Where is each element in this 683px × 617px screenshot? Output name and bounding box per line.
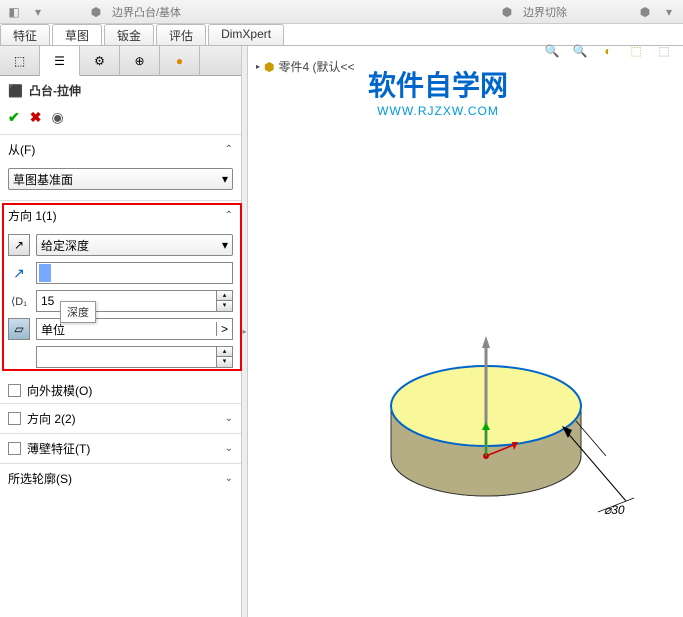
collapse-icon: ⌃ — [225, 144, 233, 155]
section-from-header[interactable]: 从(F) ⌃ — [0, 135, 241, 164]
chevron-down-icon: ▾ — [222, 172, 228, 186]
expand-icon: ⌄ — [225, 473, 233, 484]
cancel-button[interactable]: ✖ — [30, 109, 42, 126]
toolbar-icon[interactable]: ⬢ — [635, 3, 655, 21]
search-icon[interactable]: 🔍 — [541, 40, 563, 62]
panel-tab-icon[interactable]: ⬚ — [0, 46, 40, 76]
section-dir1-header[interactable]: 方向 1(1) ⌃ — [0, 201, 241, 230]
section-dir2-header[interactable]: 方向 2(2) ⌄ — [0, 404, 241, 433]
reverse-direction-icon[interactable]: ↗ — [8, 234, 30, 256]
watermark: 软件自学网 WWW.RJZXW.COM — [368, 64, 508, 118]
extrude-icon: ⬛ — [8, 84, 23, 98]
panel-tab-icon[interactable]: ☰ — [40, 46, 80, 76]
tab-evaluate[interactable]: 评估 — [156, 24, 206, 45]
cut-label: 边界切除 — [523, 4, 567, 20]
extra-field[interactable]: ▴ ▾ — [36, 346, 233, 368]
3d-viewport[interactable]: 🔍 🔍 ◐ ⬚ ⬚ ▸ ⬢ 零件4 (默认<< 软件自学网 WWW.RJZXW.… — [248, 46, 683, 617]
spinner-up[interactable]: ▴ — [217, 291, 232, 301]
end-condition-combo[interactable]: 给定深度 ▾ — [36, 234, 233, 256]
ok-button[interactable]: ✔ — [8, 109, 20, 126]
section-contour-header[interactable]: 所选轮廓(S) ⌄ — [0, 464, 241, 493]
spinner-down[interactable]: ▾ — [217, 357, 232, 367]
panel-tab-icon[interactable]: ⊕ — [120, 46, 160, 76]
expand-icon: ⌄ — [225, 413, 233, 424]
section-thin-header[interactable]: 薄壁特征(T) ⌄ — [0, 434, 241, 463]
feature-tree-flyout[interactable]: ▸ ⬢ 零件4 (默认<< — [256, 58, 355, 75]
search-icon[interactable]: 🔍 — [569, 40, 591, 62]
spinner-down[interactable]: ▾ — [217, 301, 232, 311]
draft-outward-checkbox[interactable]: 向外拔模(O) — [0, 378, 241, 403]
tab-sketch[interactable]: 草图 — [52, 24, 102, 45]
toolbar-icon[interactable]: ▾ — [659, 3, 679, 21]
collapse-icon: ⌃ — [225, 210, 233, 221]
view-icon[interactable]: ⬚ — [653, 40, 675, 62]
tab-dimxpert[interactable]: DimXpert — [208, 24, 284, 45]
from-combo[interactable]: 草图基准面 ▾ — [8, 168, 233, 190]
spinner-up[interactable]: ▴ — [217, 347, 232, 357]
view-icon[interactable]: ◐ — [597, 40, 619, 62]
direction-icon: ↗ — [8, 265, 30, 282]
depth-tooltip: 深度 — [60, 301, 96, 323]
tab-sheetmetal[interactable]: 钣金 — [104, 24, 154, 45]
chevron-down-icon: ▾ — [222, 238, 228, 252]
expand-icon: ⌄ — [225, 443, 233, 454]
boss-label: 边界凸台/基体 — [112, 4, 181, 20]
dimension-text: ⌀30 — [604, 503, 625, 517]
depth-icon: ⟨D₁ — [8, 295, 30, 308]
feature-title: ⬛ 凸台-拉伸 — [0, 76, 241, 105]
toolbar-icon[interactable]: ▾ — [28, 3, 48, 21]
panel-tab-icon[interactable]: ● — [160, 46, 200, 76]
toolbar-icon[interactable]: ◧ — [4, 3, 24, 21]
cut-icon[interactable]: ⬢ — [497, 3, 517, 21]
boss-icon[interactable]: ⬢ — [86, 3, 106, 21]
view-icon[interactable]: ⬚ — [625, 40, 647, 62]
preview-icon[interactable]: ◉ — [51, 109, 63, 126]
panel-tab-icon[interactable]: ⚙ — [80, 46, 120, 76]
direction-field[interactable] — [36, 262, 233, 284]
top-toolbar: ◧ ▾ ⬢ 边界凸台/基体 ⬢ 边界切除 ⬢ ▾ — [0, 0, 683, 24]
tab-feature[interactable]: 特征 — [0, 24, 50, 45]
property-manager: ⬚ ☰ ⚙ ⊕ ● ⬛ 凸台-拉伸 ✔ ✖ ◉ 从(F) ⌃ 草图基准面 ▾ — [0, 46, 242, 617]
extrude-preview: ⌀30 — [376, 326, 636, 546]
draft-icon[interactable]: ▱ — [8, 318, 30, 340]
